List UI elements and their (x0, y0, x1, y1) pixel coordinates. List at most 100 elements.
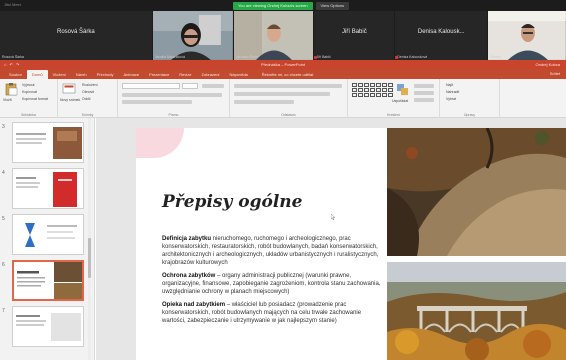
participant-video (488, 11, 566, 60)
window-title: Přednáška – PowerPoint (260, 62, 306, 67)
thumbnail-preview (12, 168, 84, 209)
layout-button[interactable]: Rozložení (82, 83, 98, 87)
participant-footer-name: Jaroslav Šrám (235, 55, 258, 59)
cut-button[interactable]: Vyjmout (22, 83, 35, 87)
participant-footer-name: Jarmila Malaníková (154, 55, 185, 59)
participant-video (233, 11, 314, 60)
tab-insert[interactable]: Vložení (48, 70, 71, 79)
new-slide-icon[interactable] (62, 82, 76, 96)
participant-name: Denisa Kalousk... (417, 29, 465, 35)
slide-thumbnail-selected[interactable]: 6 (0, 260, 94, 306)
copy-button[interactable]: Kopírovat (22, 90, 37, 94)
participant-tile[interactable]: Rosová Šárka Rosová Šárka (0, 11, 152, 60)
participant-footer-name: Denisa Kalousková (397, 55, 428, 59)
slide-thumbnail[interactable]: 5 (0, 214, 94, 260)
thumbnail-image (16, 313, 81, 341)
tab-review[interactable]: Revize (174, 70, 196, 79)
bridge-autumn-photo[interactable] (387, 262, 566, 360)
mouse-cursor-icon (331, 214, 335, 220)
term-definition: Definicja zabytku (162, 236, 212, 242)
text-direction-buttons[interactable] (234, 100, 294, 104)
aerial-landscape-photo[interactable] (387, 128, 566, 256)
thumbnail-preview (12, 260, 84, 301)
tab-file[interactable]: Soubor (4, 70, 27, 79)
ribbon-group-font: Písmo (118, 79, 230, 118)
paste-button[interactable]: Vložit (3, 98, 12, 102)
term-protection: Ochrona zabytków (162, 273, 216, 279)
slide-number: 5 (2, 216, 5, 222)
font-size-select[interactable] (182, 83, 198, 89)
thumbnail-scrollbar[interactable] (88, 118, 91, 360)
thumbnail-image (16, 127, 82, 159)
current-slide[interactable]: Přepisy ogólne Definicja zabytku nieruch… (136, 128, 566, 360)
shapes-gallery[interactable] (352, 83, 393, 97)
thumbnail-image (25, 223, 77, 247)
group-label-clipboard: Schránka (21, 113, 36, 117)
font-grow-shrink[interactable] (202, 84, 224, 88)
share-banner: You are viewing Ondrej Kobza's screen Vi… (233, 1, 350, 10)
body-paragraph: Ochrona zabytków – organy administracji … (162, 272, 382, 296)
view-options-button[interactable]: View Options (315, 1, 350, 10)
share-banner-text: You are viewing Ondrej Kobza's screen (233, 1, 313, 10)
alignment-buttons[interactable] (234, 92, 330, 96)
arrange-icon[interactable] (396, 83, 410, 97)
select-button[interactable]: Vybrat (446, 97, 456, 101)
tab-design[interactable]: Návrh (71, 70, 92, 79)
participant-name: Rosová Šárka (57, 29, 95, 35)
ribbon-tabs: Soubor Domů Vložení Návrh Přechody Anima… (0, 69, 566, 79)
screen: Jitsi Meet You are viewing Ondrej Kobza'… (0, 0, 566, 360)
format-painter-button[interactable]: Kopírovat formát (22, 97, 48, 101)
font-family-select[interactable] (122, 83, 180, 89)
group-label-paragraph: Odstavec (281, 113, 296, 117)
term-care: Opieka nad zabytkiem (162, 302, 226, 308)
title-bar: ⌂ ↶ ↷ Přednáška – PowerPoint Ondrej Kobz… (0, 60, 566, 69)
reset-button[interactable]: Obnovit (82, 90, 94, 94)
account-name[interactable]: Ondrej Kobza (536, 62, 560, 67)
slide-thumbnail[interactable]: 4 (0, 168, 94, 214)
font-style-buttons[interactable] (122, 93, 222, 97)
shape-fill-button[interactable] (414, 84, 434, 88)
participant-footer-name: Ondrej (490, 55, 501, 59)
tab-transitions[interactable]: Přechody (92, 70, 119, 79)
participant-tile[interactable]: Jiří Babič Jiří Babič (314, 11, 395, 60)
paste-icon[interactable] (4, 82, 18, 96)
participant-tile[interactable]: Denisa Kalousk... Denisa Kalousková (395, 11, 488, 60)
participant-tile[interactable]: Ondrej (488, 11, 566, 60)
font-color-buttons[interactable] (122, 100, 192, 104)
tab-home[interactable]: Domů (26, 70, 48, 79)
participant-tile[interactable]: Jarmila Malaníková (152, 11, 233, 60)
section-button[interactable]: Oddíl (82, 97, 90, 101)
ribbon-group-drawing: Uspořádat Kreslení (348, 79, 440, 118)
new-slide-button[interactable]: Nový snímek (60, 98, 80, 102)
tab-view[interactable]: Zobrazení (197, 70, 225, 79)
body-paragraph: Definicja zabytku nieruchomego, ruchomeg… (162, 235, 382, 267)
slide-body-text[interactable]: Definicja zabytku nieruchomego, ruchomeg… (162, 235, 382, 330)
participant-tile[interactable]: Jaroslav Šrám (233, 11, 314, 60)
participant-video (152, 11, 233, 60)
thumbnail-preview (12, 306, 84, 347)
meeting-app-label: Jitsi Meet (4, 2, 21, 7)
group-label-editing: Úpravy (463, 113, 476, 117)
shape-effects-button[interactable] (414, 98, 434, 102)
slide-thumbnail[interactable]: 3 (0, 122, 94, 168)
slide-title[interactable]: Přepisy ogólne (162, 192, 302, 212)
share-button[interactable]: Sdílet (550, 71, 560, 76)
tab-help[interactable]: Nápověda (225, 70, 253, 79)
body-paragraph: Opieka nad zabytkiem – właściciel lub po… (162, 301, 382, 325)
tab-animations[interactable]: Animace (119, 70, 145, 79)
find-button[interactable]: Najít (446, 83, 453, 87)
ribbon-group-paragraph: Odstavec (230, 79, 348, 118)
ribbon-group-editing: Najít Nahradit Vybrat Úpravy (440, 79, 500, 118)
tell-me-search[interactable]: Řekněte mi, co chcete udělat (257, 70, 319, 79)
group-label-font: Písmo (168, 113, 179, 117)
slide-thumbnail[interactable]: 7 (0, 306, 94, 352)
replace-button[interactable]: Nahradit (446, 90, 459, 94)
ribbon-group-slides: Nový snímek Rozložení Obnovit Oddíl Sním… (58, 79, 118, 118)
shape-outline-button[interactable] (414, 91, 434, 95)
thumbnail-image (16, 172, 77, 207)
ribbon-group-clipboard: Vložit Vyjmout Kopírovat Kopírovat formá… (0, 79, 58, 118)
arrange-button[interactable]: Uspořádat (392, 99, 408, 103)
tab-slideshow[interactable]: Prezentace (144, 70, 174, 79)
list-buttons[interactable] (234, 84, 342, 88)
thumbnail-image (17, 262, 82, 299)
